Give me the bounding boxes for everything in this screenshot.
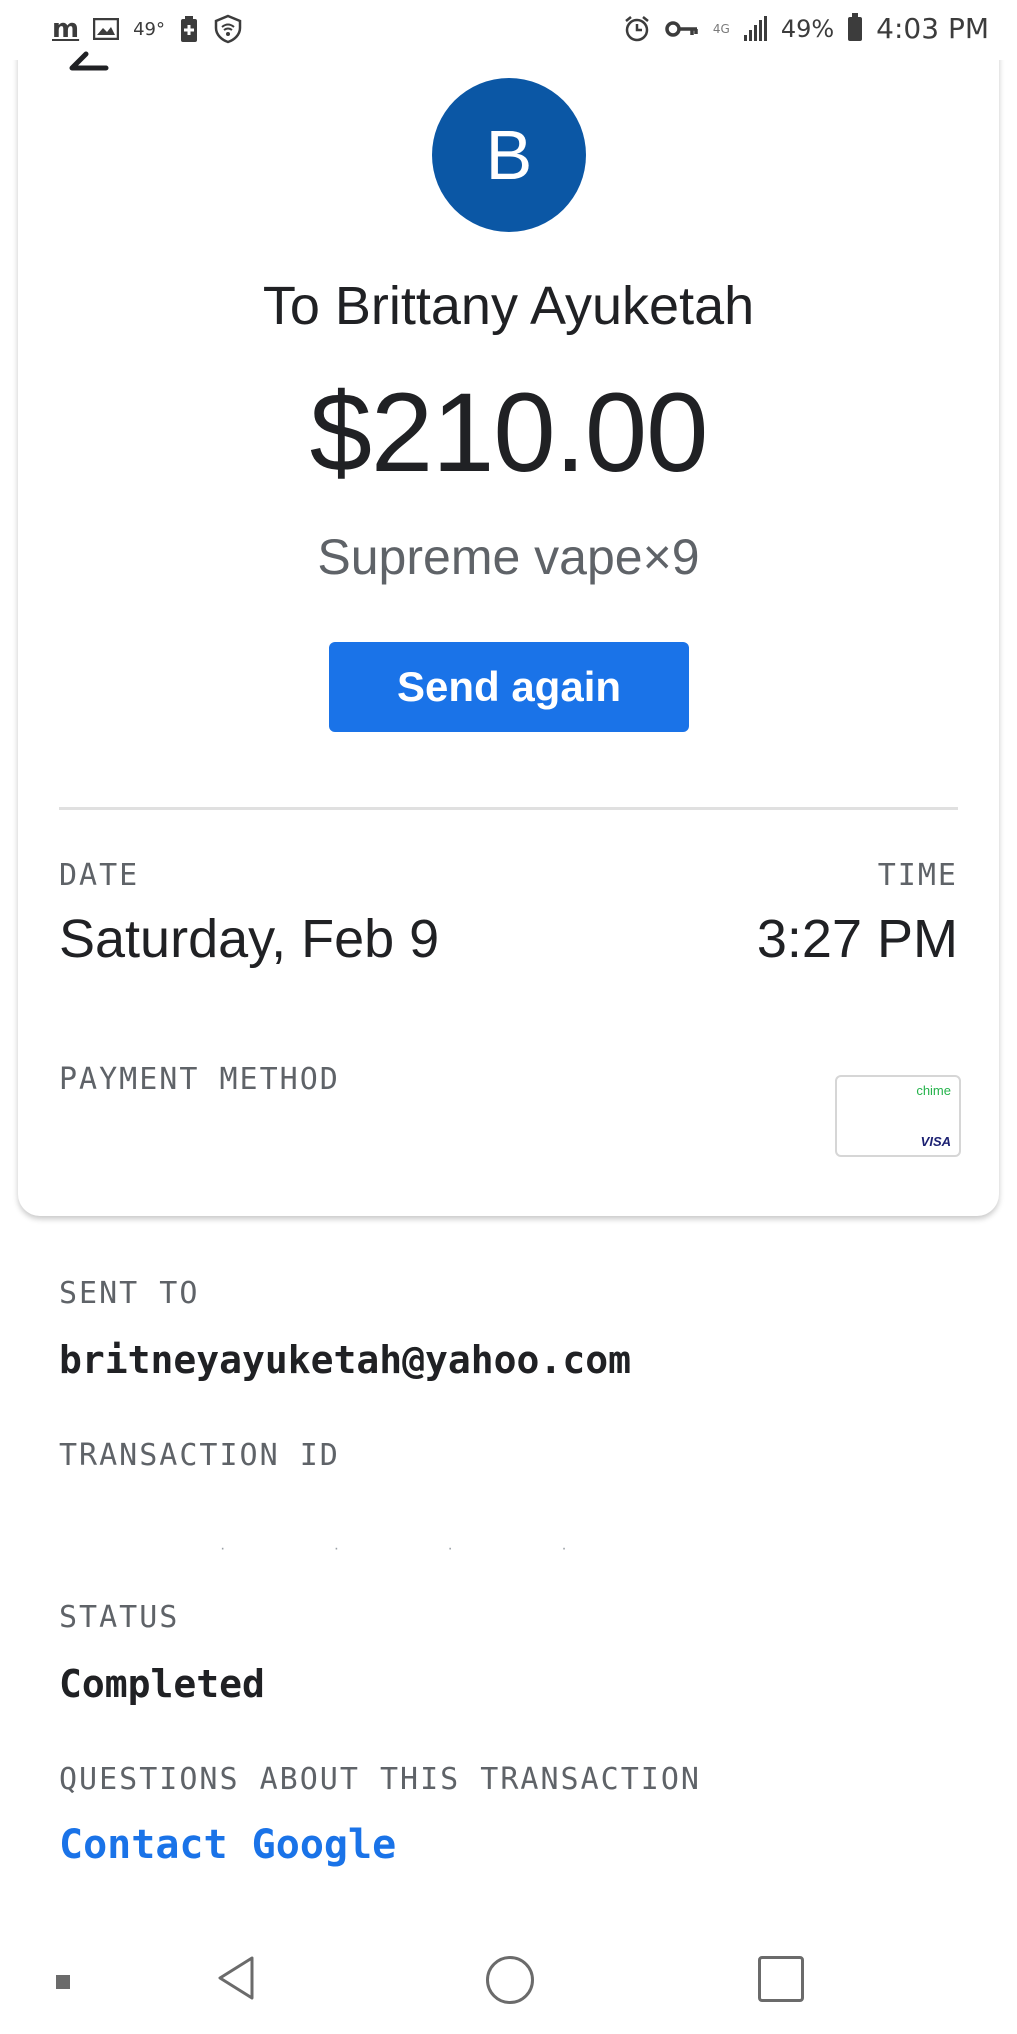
sent-to-label: Sent to — [59, 1276, 200, 1311]
temperature-text: 49° — [133, 18, 165, 40]
nav-indicator-icon — [56, 1975, 70, 1989]
back-arrow-icon[interactable] — [66, 48, 110, 88]
send-again-button[interactable]: Send again — [329, 642, 689, 732]
transaction-id-label: Transaction ID — [59, 1438, 340, 1473]
status-label: Status — [59, 1600, 180, 1635]
date-label: Date — [59, 858, 140, 893]
time-value: 3:27 PM — [756, 909, 958, 969]
date-value: Saturday, Feb 9 — [59, 909, 440, 969]
status-left: m 49° — [52, 14, 243, 44]
app-m-icon: m — [52, 14, 80, 44]
recents-square-icon[interactable] — [758, 1956, 804, 2002]
signal-icon — [743, 15, 767, 41]
divider — [59, 807, 958, 810]
battery-saver-icon — [179, 15, 199, 43]
status-value: Completed — [59, 1662, 265, 1706]
questions-label: Questions about this transaction — [59, 1762, 701, 1797]
back-triangle-icon[interactable] — [216, 1955, 256, 2006]
visa-logo: VISA — [920, 1134, 951, 1149]
avatar: B — [432, 78, 586, 232]
battery-icon — [848, 12, 863, 41]
alarm-icon — [623, 15, 651, 43]
sent-to-email: britneyayuketah@yahoo.com — [59, 1338, 631, 1382]
shield-wifi-icon — [213, 14, 243, 44]
clock-text: 4:03 PM — [876, 12, 989, 45]
transaction-id-redacted: · · · · — [220, 1540, 619, 1557]
system-navbar — [0, 1920, 1017, 2034]
status-right: 4G 49% 4:03 PM — [623, 12, 989, 45]
image-icon — [93, 18, 120, 40]
payment-amount: $210.00 — [309, 370, 709, 495]
recipient-name: To Brittany Ayuketah — [262, 276, 755, 336]
status-bar: m 49° 4G 49% 4:03 PM — [0, 0, 1017, 60]
payment-card-thumbnail[interactable]: chime VISA — [835, 1075, 961, 1157]
lte-icon: 4G — [712, 21, 730, 36]
home-circle-icon[interactable] — [486, 1956, 534, 2004]
payment-method-label: Payment method — [59, 1062, 340, 1097]
payment-memo: Supreme vape×9 — [317, 529, 700, 585]
time-label: Time — [877, 858, 958, 893]
chime-logo: chime — [916, 1083, 951, 1098]
contact-google-link[interactable]: Contact Google — [59, 1822, 396, 1868]
vpn-key-icon — [665, 19, 699, 39]
battery-percent-text: 49% — [780, 14, 835, 43]
